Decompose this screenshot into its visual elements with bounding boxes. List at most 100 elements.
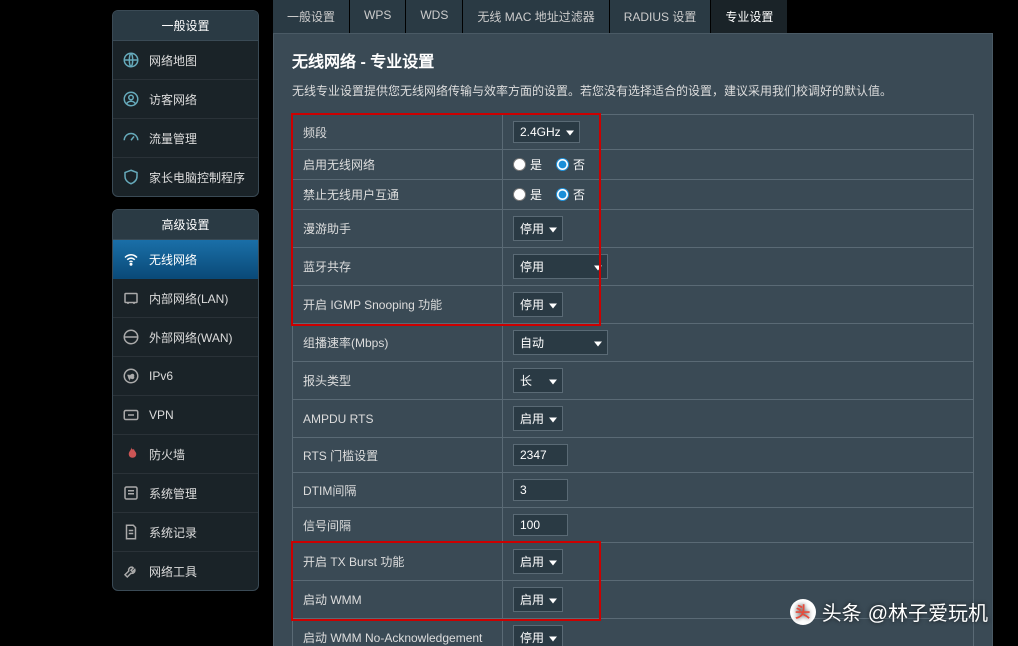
sidebar-item-label: 外部网络(WAN) — [149, 329, 233, 346]
radio-input-no[interactable] — [556, 188, 569, 201]
general-item-1[interactable]: 访客网络 — [113, 80, 258, 119]
sidebar-item-label: VPN — [149, 408, 174, 422]
radio-label: 否 — [573, 186, 585, 203]
tabs-bar: 一般设置WPSWDS无线 MAC 地址过滤器RADIUS 设置专业设置 — [273, 0, 993, 33]
sidebar: 一般设置 网络地图访客网络流量管理家长电脑控制程序 高级设置 无线网络内部网络(… — [112, 10, 259, 646]
page-title: 无线网络 - 专业设置 — [292, 48, 974, 72]
radio-input-yes[interactable] — [513, 188, 526, 201]
advanced-item-7[interactable]: 系统记录 — [113, 513, 258, 552]
general-item-2[interactable]: 流量管理 — [113, 119, 258, 158]
watermark-logo-icon: 头 — [790, 599, 816, 625]
setting-label: 漫游助手 — [293, 210, 503, 248]
setting-label: 启动 WMM No-Acknowledgement — [293, 619, 503, 646]
tab-0[interactable]: 一般设置 — [273, 0, 350, 33]
radio-input-yes[interactable] — [513, 158, 526, 171]
advanced-panel-header: 高级设置 — [113, 210, 258, 240]
sidebar-item-label: 网络地图 — [149, 52, 197, 69]
general-item-3[interactable]: 家长电脑控制程序 — [113, 158, 258, 196]
setting-control-cell: 长 — [503, 362, 974, 400]
setting-row-1: 启用无线网络是否 — [293, 150, 974, 180]
advanced-item-6[interactable]: 系统管理 — [113, 474, 258, 513]
vpn-icon — [121, 405, 141, 425]
setting-control-cell: 停用 — [503, 248, 974, 286]
setting-control-cell — [503, 508, 974, 543]
input-9[interactable] — [513, 444, 568, 466]
select-3[interactable]: 停用 — [513, 216, 563, 241]
advanced-item-5[interactable]: 防火墙 — [113, 435, 258, 474]
radio-no[interactable]: 否 — [556, 156, 585, 173]
advanced-settings-panel: 高级设置 无线网络内部网络(LAN)外部网络(WAN)v6IPv6VPN防火墙系… — [112, 209, 259, 591]
radio-yes[interactable]: 是 — [513, 156, 542, 173]
wifi-icon — [121, 249, 141, 269]
setting-control-cell: 停用 — [503, 210, 974, 248]
setting-control-cell — [503, 473, 974, 508]
setting-control-cell: 2.4GHz — [503, 115, 974, 150]
setting-row-5: 开启 IGMP Snooping 功能停用 — [293, 286, 974, 324]
settings-table: 频段2.4GHz启用无线网络是否禁止无线用户互通是否漫游助手停用蓝牙共存停用开启… — [292, 114, 974, 646]
watermark-handle: @林子爱玩机 — [868, 597, 988, 626]
admin-icon — [121, 483, 141, 503]
radio-yes[interactable]: 是 — [513, 186, 542, 203]
setting-row-3: 漫游助手停用 — [293, 210, 974, 248]
input-11[interactable] — [513, 514, 568, 536]
setting-label: 启用无线网络 — [293, 150, 503, 180]
radio-label: 否 — [573, 156, 585, 173]
wan-icon — [121, 327, 141, 347]
general-item-0[interactable]: 网络地图 — [113, 41, 258, 80]
select-4[interactable]: 停用 — [513, 254, 608, 279]
radio-no[interactable]: 否 — [556, 186, 585, 203]
setting-label: 禁止无线用户互通 — [293, 180, 503, 210]
tab-4[interactable]: RADIUS 设置 — [610, 0, 712, 33]
lan-icon — [121, 288, 141, 308]
sidebar-item-label: 访客网络 — [149, 91, 197, 108]
advanced-item-3[interactable]: v6IPv6 — [113, 357, 258, 396]
radio-input-no[interactable] — [556, 158, 569, 171]
sidebar-item-label: 流量管理 — [149, 130, 197, 147]
radio-label: 是 — [530, 156, 542, 173]
sidebar-item-label: 系统记录 — [149, 524, 197, 541]
setting-row-2: 禁止无线用户互通 是 否 — [293, 180, 974, 210]
select-0[interactable]: 2.4GHz — [513, 121, 580, 143]
svg-text:v6: v6 — [128, 374, 134, 380]
setting-control-cell: 是否 — [503, 150, 974, 180]
setting-row-9: RTS 门槛设置 — [293, 438, 974, 473]
input-10[interactable] — [513, 479, 568, 501]
setting-label: RTS 门槛设置 — [293, 438, 503, 473]
setting-label: 启动 WMM — [293, 581, 503, 619]
tab-1[interactable]: WPS — [350, 0, 406, 33]
tab-3[interactable]: 无线 MAC 地址过滤器 — [463, 0, 609, 33]
main-content: 一般设置WPSWDS无线 MAC 地址过滤器RADIUS 设置专业设置 无线网络… — [273, 0, 993, 646]
radio-label: 是 — [530, 186, 542, 203]
setting-control-cell: 启用 — [503, 543, 974, 581]
setting-row-11: 信号间隔 — [293, 508, 974, 543]
globe-icon — [121, 50, 141, 70]
fire-icon — [121, 444, 141, 464]
page-description: 无线专业设置提供您无线网络传输与效率方面的设置。若您没有选择适合的设置，建议采用… — [292, 82, 974, 100]
content-panel: 无线网络 - 专业设置 无线专业设置提供您无线网络传输与效率方面的设置。若您没有… — [273, 33, 993, 646]
select-8[interactable]: 启用 — [513, 406, 563, 431]
advanced-item-1[interactable]: 内部网络(LAN) — [113, 279, 258, 318]
setting-row-4: 蓝牙共存停用 — [293, 248, 974, 286]
select-14[interactable]: 停用 — [513, 625, 563, 646]
setting-row-12: 开启 TX Burst 功能启用 — [293, 543, 974, 581]
sidebar-item-label: 网络工具 — [149, 563, 197, 580]
select-13[interactable]: 启用 — [513, 587, 563, 612]
setting-label: 信号间隔 — [293, 508, 503, 543]
select-5[interactable]: 停用 — [513, 292, 563, 317]
setting-control-cell: 自动 — [503, 324, 974, 362]
advanced-item-8[interactable]: 网络工具 — [113, 552, 258, 590]
watermark: 头 头条 @林子爱玩机 — [790, 597, 988, 626]
tab-2[interactable]: WDS — [406, 0, 463, 33]
tab-5[interactable]: 专业设置 — [711, 0, 788, 33]
setting-label: 频段 — [293, 115, 503, 150]
advanced-item-2[interactable]: 外部网络(WAN) — [113, 318, 258, 357]
setting-control-cell — [503, 438, 974, 473]
setting-row-6: 组播速率(Mbps)自动 — [293, 324, 974, 362]
select-12[interactable]: 启用 — [513, 549, 563, 574]
advanced-item-0[interactable]: 无线网络 — [113, 240, 258, 279]
advanced-item-4[interactable]: VPN — [113, 396, 258, 435]
select-7[interactable]: 长 — [513, 368, 563, 393]
setting-row-10: DTIM间隔 — [293, 473, 974, 508]
select-6[interactable]: 自动 — [513, 330, 608, 355]
shield-icon — [121, 167, 141, 187]
